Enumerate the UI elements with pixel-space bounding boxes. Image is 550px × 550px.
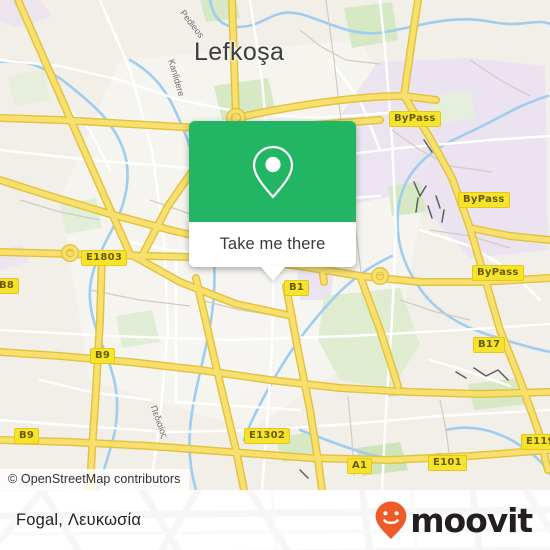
road-shield-e119: E119 xyxy=(521,434,550,450)
road-shield-b1: B1 xyxy=(284,280,310,296)
road-shield-bypass: ByPass xyxy=(389,111,441,127)
footer-bar: Fogal, Λευκωσία moovit xyxy=(0,490,550,550)
road-shield-e1302: E1302 xyxy=(244,428,291,444)
map-attribution[interactable]: © OpenStreetMap contributors xyxy=(0,469,189,490)
road-shield-b9: B9 xyxy=(14,428,40,444)
road-shield-a1: A1 xyxy=(347,458,373,474)
moovit-logo[interactable]: moovit xyxy=(374,500,533,540)
road-shield-e1803: E1803 xyxy=(81,250,128,266)
callout-action-area[interactable]: Take me there xyxy=(189,222,356,281)
map-canvas[interactable]: Lefkoşa Pedieos Kanlidere Πεδιαίος ByPas… xyxy=(0,0,550,490)
place-title: Fogal, Λευκωσία xyxy=(16,510,142,529)
road-shield-bypass: ByPass xyxy=(458,192,510,208)
map-screenshot: Lefkoşa Pedieos Kanlidere Πεδιαίος ByPas… xyxy=(0,0,550,550)
moovit-smiley-pin-icon xyxy=(375,501,407,539)
callout-icon-area xyxy=(189,121,356,222)
callout-tail xyxy=(259,266,286,281)
take-me-there-callout[interactable]: Take me there xyxy=(189,121,356,281)
road-shield-e101: E101 xyxy=(428,455,467,471)
road-shield-b9: B9 xyxy=(90,348,116,364)
map-pin-icon xyxy=(252,145,293,199)
moovit-wordmark: moovit xyxy=(410,500,533,540)
city-label: Lefkoşa xyxy=(194,38,285,66)
road-shield-b17: B17 xyxy=(473,337,506,353)
road-shield-bypass: ByPass xyxy=(472,265,524,281)
take-me-there-label: Take me there xyxy=(219,235,326,253)
road-shield-b8: B8 xyxy=(0,278,20,294)
